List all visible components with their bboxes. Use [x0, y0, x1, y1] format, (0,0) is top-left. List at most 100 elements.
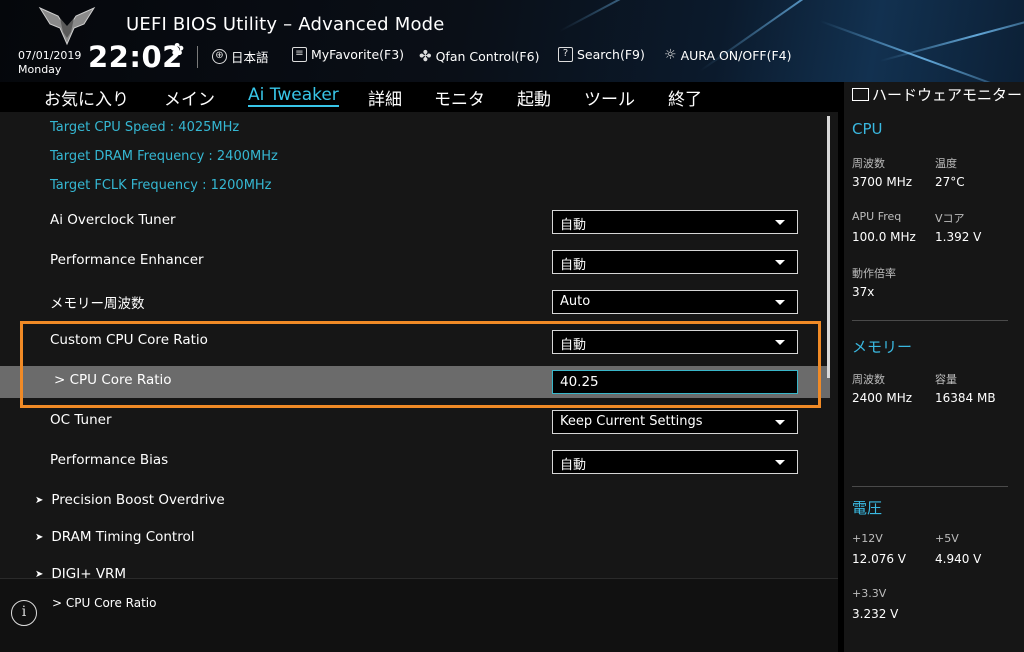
oc-tuner-select[interactable]: Keep Current Settings	[552, 410, 798, 434]
ratio-label: 動作倍率	[852, 267, 896, 280]
ai-overclock-tuner-label: Ai Overclock Tuner	[50, 212, 176, 228]
qfan-button[interactable]: ✤ Qfan Control(F6)	[419, 47, 539, 65]
voltage-section-title: 電圧	[852, 499, 883, 517]
help-bar: i > CPU Core Ratio	[0, 578, 838, 652]
hardware-monitor-title: ハードウェアモニター	[852, 87, 1022, 104]
header-decoration	[559, 0, 791, 32]
day-text: Monday	[18, 63, 62, 76]
qfan-label: Qfan Control(F6)	[435, 48, 540, 64]
select-value: Auto	[560, 294, 591, 309]
monitor-title-text: ハードウェアモニター	[872, 86, 1023, 104]
section-divider	[852, 486, 1008, 487]
myfavorite-label: MyFavorite(F3)	[311, 47, 405, 62]
v5-label: +5V	[935, 532, 959, 545]
cpu-section-title: CPU	[852, 120, 883, 138]
submenu-label: DRAM Timing Control	[51, 529, 195, 545]
vcore-value: 1.392 V	[935, 230, 982, 244]
v12-label: +12V	[852, 532, 883, 545]
monitor-icon	[852, 88, 869, 101]
settings-panel: Target CPU Speed : 4025MHz Target DRAM F…	[0, 112, 838, 578]
annotation-highlight-box	[20, 321, 821, 408]
info-icon: i	[11, 600, 37, 626]
tab-favorites[interactable]: お気に入り	[44, 85, 129, 110]
select-value: 自動	[560, 258, 587, 273]
time-display: 22:02	[88, 40, 183, 74]
tab-tool[interactable]: ツール	[584, 85, 635, 110]
settings-scrollbar[interactable]	[827, 116, 830, 378]
dropdown-arrow-icon	[775, 460, 785, 465]
target-dram-frequency: Target DRAM Frequency : 2400MHz	[50, 149, 278, 164]
dram-timing-control-link[interactable]: ➤ DRAM Timing Control	[35, 529, 195, 547]
cpu-temp-value: 27°C	[935, 175, 965, 189]
v5-value: 4.940 V	[935, 552, 982, 566]
tab-ai-tweaker[interactable]: Ai Tweaker	[248, 85, 339, 107]
v12-value: 12.076 V	[852, 552, 907, 566]
digi-vrm-link[interactable]: ➤ DIGI+ VRM	[35, 566, 126, 578]
performance-enhancer-select[interactable]: 自動	[552, 250, 798, 274]
search-label: Search(F9)	[577, 47, 645, 62]
main-menu-bar: お気に入り メイン Ai Tweaker 詳細 モニタ 起動 ツール 終了	[0, 82, 838, 112]
apu-freq-value: 100.0 MHz	[852, 230, 916, 244]
language-button[interactable]: ⊕ 日本語	[212, 47, 269, 66]
select-value: Keep Current Settings	[560, 414, 703, 429]
cpu-freq-value: 3700 MHz	[852, 175, 913, 189]
date-display: 07/01/2019 Monday	[18, 49, 81, 77]
memory-capacity-label: 容量	[935, 373, 957, 386]
submenu-label: Precision Boost Overdrive	[51, 492, 225, 508]
select-value: 自動	[560, 218, 587, 233]
dropdown-arrow-icon	[775, 420, 785, 425]
performance-bias-select[interactable]: 自動	[552, 450, 798, 474]
help-search-icon: ?	[558, 47, 573, 62]
gear-icon[interactable]: ✿	[170, 40, 184, 60]
apu-freq-label: APU Freq	[852, 210, 902, 223]
tab-exit[interactable]: 終了	[668, 85, 702, 110]
globe-icon: ⊕	[212, 49, 227, 64]
header-divider	[197, 46, 198, 68]
target-fclk-frequency: Target FCLK Frequency : 1200MHz	[50, 178, 272, 193]
performance-enhancer-label: Performance Enhancer	[50, 252, 204, 268]
dropdown-arrow-icon	[775, 220, 785, 225]
cpu-temp-label: 温度	[935, 157, 957, 170]
memory-frequency-label: メモリー周波数	[50, 296, 145, 312]
select-value: 自動	[560, 458, 587, 473]
submenu-arrow-icon: ➤	[35, 569, 44, 578]
submenu-label: DIGI+ VRM	[51, 566, 127, 578]
v33-label: +3.3V	[852, 587, 887, 600]
target-cpu-speed: Target CPU Speed : 4025MHz	[50, 120, 240, 135]
aura-light-icon: ☼	[664, 47, 677, 63]
fan-icon: ✤	[419, 47, 432, 65]
v33-value: 3.232 V	[852, 607, 899, 621]
tab-main[interactable]: メイン	[164, 85, 215, 110]
vcore-label: Vコア	[935, 212, 965, 225]
memory-freq-value: 2400 MHz	[852, 391, 913, 405]
tab-monitor[interactable]: モニタ	[434, 85, 485, 110]
submenu-arrow-icon: ➤	[35, 495, 44, 506]
myfavorite-button[interactable]: ≡ MyFavorite(F3)	[292, 47, 404, 62]
memory-capacity-value: 16384 MB	[935, 391, 996, 405]
dropdown-arrow-icon	[775, 260, 785, 265]
favorite-list-icon: ≡	[292, 47, 307, 62]
header-bar: UEFI BIOS Utility – Advanced Mode 07/01/…	[0, 0, 1024, 82]
memory-section-title: メモリー	[852, 338, 913, 356]
precision-boost-overdrive-link[interactable]: ➤ Precision Boost Overdrive	[35, 492, 225, 510]
tab-advanced[interactable]: 詳細	[368, 85, 402, 110]
app-title: UEFI BIOS Utility – Advanced Mode	[126, 14, 445, 35]
hardware-monitor-panel: ハードウェアモニター CPU 周波数 温度 3700 MHz 27°C APU …	[844, 82, 1024, 652]
aura-button[interactable]: ☼ AURA ON/OFF(F4)	[664, 47, 791, 63]
header-decoration	[879, 8, 1024, 62]
dropdown-arrow-icon	[775, 300, 785, 305]
memory-freq-label: 周波数	[852, 373, 885, 386]
aura-label: AURA ON/OFF(F4)	[680, 47, 792, 63]
language-label: 日本語	[231, 50, 269, 65]
submenu-arrow-icon: ➤	[35, 532, 44, 543]
cpu-freq-label: 周波数	[852, 157, 885, 170]
tab-boot[interactable]: 起動	[517, 85, 551, 110]
search-button[interactable]: ? Search(F9)	[558, 47, 645, 62]
ratio-value: 37x	[852, 285, 875, 299]
date-text: 07/01/2019	[18, 49, 82, 62]
ai-overclock-tuner-select[interactable]: 自動	[552, 210, 798, 234]
help-text: > CPU Core Ratio	[52, 596, 157, 610]
oc-tuner-label: OC Tuner	[50, 412, 112, 428]
memory-frequency-select[interactable]: Auto	[552, 290, 798, 314]
section-divider	[852, 320, 1008, 321]
